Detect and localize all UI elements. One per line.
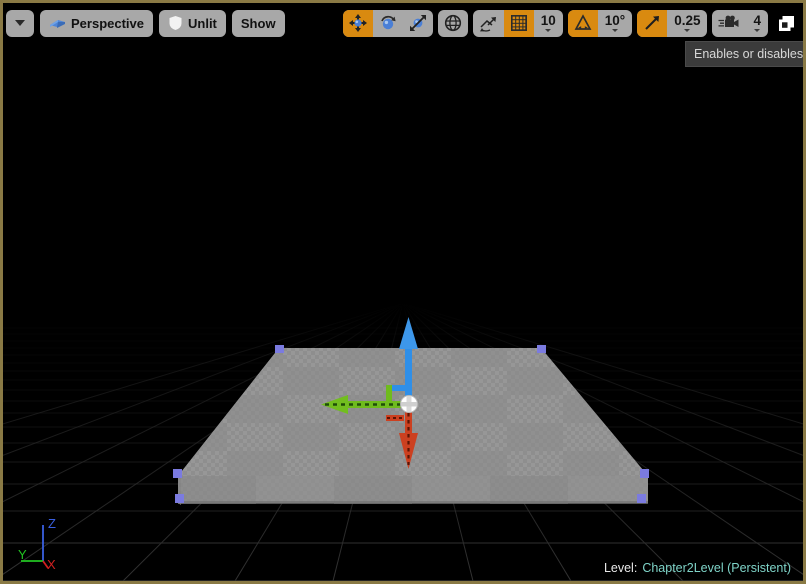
move-arrows-icon: [348, 14, 367, 32]
surface-snap-button[interactable]: [473, 10, 504, 37]
chevron-down-icon: [545, 28, 552, 32]
axis-orientation-indicator: Z Y X: [18, 516, 56, 569]
level-name: Chapter2Level (Persistent): [642, 561, 791, 575]
chevron-down-icon: [611, 28, 618, 32]
show-menu-label: Show: [240, 15, 276, 31]
scale-snap-group: 0.25: [637, 9, 708, 37]
grid-size-dropdown[interactable]: 10: [534, 10, 563, 37]
maximize-restore-icon: [778, 15, 794, 31]
snap-tooltip: Enables or disables sna: [685, 41, 803, 67]
viewport-toolbar-left: Perspective Unlit Show: [6, 8, 285, 38]
lighting-mode-label: Unlit: [188, 15, 217, 31]
selected-floor-actor[interactable]: [3, 3, 803, 581]
chevron-down-icon: [684, 28, 691, 32]
scale-snap-icon: [645, 16, 660, 30]
grid-snap-icon: [510, 15, 527, 31]
level-status: Level: Chapter2Level (Persistent): [604, 561, 791, 575]
axis-label-z: Z: [48, 516, 56, 531]
shield-lighting-icon: [169, 16, 182, 30]
camera-speed-value: 4: [753, 13, 761, 29]
viewport-options-menu-button[interactable]: [6, 9, 34, 37]
scale-snap-toggle[interactable]: [637, 9, 668, 37]
angle-snap-icon: [574, 14, 592, 30]
chevron-down-icon: [15, 20, 25, 26]
chevron-down-icon: [754, 28, 761, 32]
grid-snap-toggle[interactable]: [503, 9, 534, 37]
camera-speed-button[interactable]: [712, 10, 746, 37]
viewport-3d-scene[interactable]: Z Y X Level: Chapter2Level (Persistent): [3, 3, 803, 581]
scale-snap-value: 0.25: [674, 13, 701, 29]
show-menu-button[interactable]: Show: [231, 9, 285, 37]
rotation-snap-dropdown[interactable]: 10°: [598, 10, 632, 37]
scale-mode-button[interactable]: [403, 10, 433, 37]
maximize-viewport-button[interactable]: [773, 10, 799, 37]
grid-size-value: 10: [540, 13, 556, 29]
surface-snap-icon: [479, 16, 496, 32]
rotation-snap-value: 10°: [604, 13, 626, 29]
transform-mode-group: [342, 9, 433, 37]
view-mode-label: Perspective: [71, 15, 144, 31]
camera-speed-icon: [718, 15, 739, 27]
rotate-globe-icon: [380, 15, 396, 30]
world-coordinate-button[interactable]: [438, 10, 468, 37]
rotation-snap-group: 10°: [567, 9, 633, 37]
coordinate-system-group: [437, 9, 468, 37]
camera-speed-group: 4: [712, 9, 768, 37]
axis-label-y: Y: [18, 547, 27, 562]
view-mode-button[interactable]: Perspective: [40, 9, 153, 37]
camera-speed-dropdown[interactable]: 4: [746, 10, 768, 37]
scale-arrows-icon: [409, 15, 426, 31]
viewport-toolbar-right: 10 10° 0.25 4: [342, 8, 799, 38]
perspective-camera-icon: [50, 20, 65, 28]
level-label: Level:: [603, 561, 638, 575]
grid-snap-group: 10: [472, 9, 563, 37]
rotate-mode-button[interactable]: [373, 10, 403, 37]
lighting-mode-button[interactable]: Unlit: [159, 9, 226, 37]
axis-label-x: X: [47, 557, 56, 569]
rotation-snap-toggle[interactable]: [567, 9, 598, 37]
world-globe-icon: [444, 14, 461, 32]
level-viewport[interactable]: Z Y X Level: Chapter2Level (Persistent) P…: [0, 0, 806, 584]
scale-snap-dropdown[interactable]: 0.25: [667, 10, 707, 37]
translate-mode-button[interactable]: [342, 9, 373, 37]
